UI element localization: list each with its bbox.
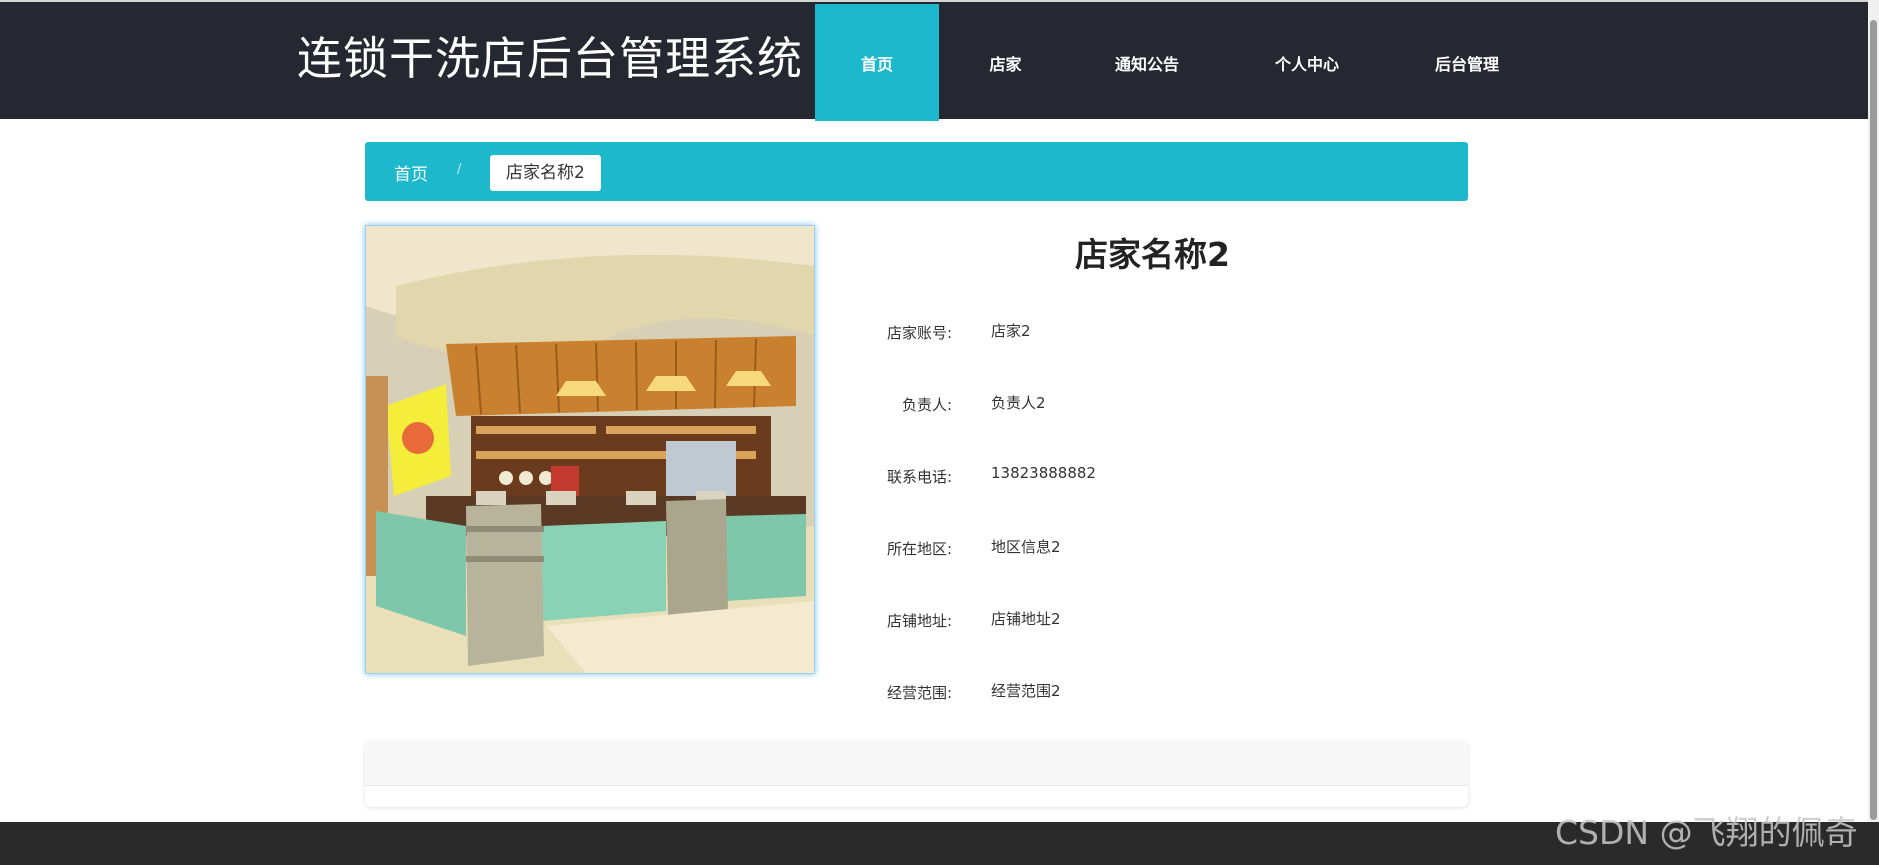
breadcrumb-current: 店家名称2 [490, 155, 601, 191]
scope-label: 经营范围: [886, 684, 952, 702]
manager-label: 负责人: [901, 396, 952, 414]
site-title: 连锁干洗店后台管理系统 [297, 32, 804, 85]
nav-profile[interactable]: 个人中心 [1222, 4, 1392, 121]
page: 连锁干洗店后台管理系统 首页 店家 通知公告 个人中心 后台管理 首页 / 店家… [0, 0, 1879, 865]
nav-home[interactable]: 首页 [815, 4, 939, 121]
account-label: 店家账号: [886, 324, 952, 342]
nav-stores[interactable]: 店家 [939, 4, 1072, 121]
watermark: CSDN @飞翔的佩奇 [1555, 813, 1858, 852]
breadcrumb: 首页 / 店家名称2 [365, 142, 1468, 201]
account-value: 店家2 [991, 322, 1031, 340]
detail-panel-header [365, 741, 1468, 786]
region-label: 所在地区: [886, 540, 952, 558]
store-interior-photo [366, 226, 814, 673]
scope-value: 经营范围2 [991, 682, 1061, 700]
detail-panel [365, 741, 1468, 807]
phone-value: 13823888882 [991, 464, 1096, 482]
breadcrumb-separator: / [457, 162, 462, 177]
top-header: 连锁干洗店后台管理系统 首页 店家 通知公告 个人中心 后台管理 [0, 0, 1868, 121]
store-name-heading: 店家名称2 [1075, 235, 1230, 274]
nav-notices[interactable]: 通知公告 [1072, 4, 1222, 121]
main-nav: 首页 店家 通知公告 个人中心 后台管理 [815, 4, 1542, 121]
manager-value: 负责人2 [991, 394, 1046, 412]
phone-label: 联系电话: [886, 468, 952, 486]
region-value: 地区信息2 [991, 538, 1061, 556]
address-value: 店铺地址2 [991, 610, 1061, 628]
store-image [365, 225, 815, 674]
breadcrumb-home-link[interactable]: 首页 [394, 160, 428, 185]
nav-admin[interactable]: 后台管理 [1392, 4, 1542, 121]
address-label: 店铺地址: [886, 612, 952, 630]
scrollbar-thumb[interactable] [1870, 20, 1877, 820]
